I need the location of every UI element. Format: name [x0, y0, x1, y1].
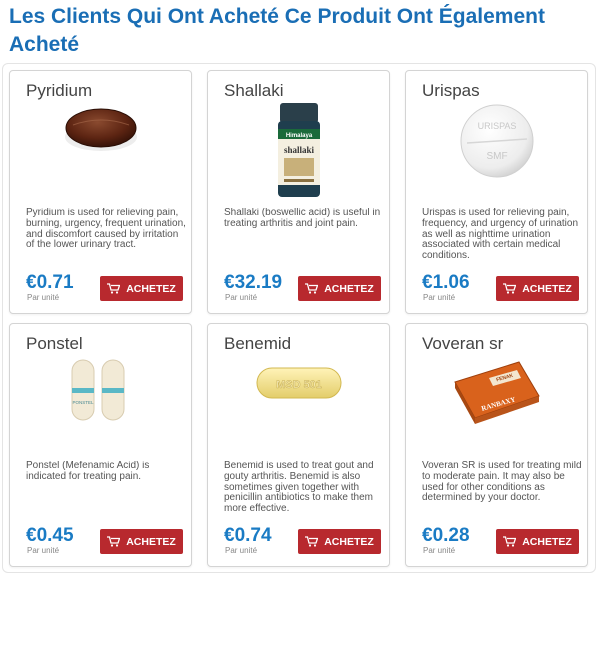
product-price: €1.06 [422, 272, 470, 293]
product-description: Ponstel (Mefenamic Acid) is indicated fo… [26, 461, 150, 482]
product-price: €0.74 [224, 525, 272, 546]
price-unit: Par unité [27, 293, 60, 302]
product-description: Voveran SR is used for treating mild to … [422, 461, 582, 504]
capsule-image: PONSTEL [71, 359, 124, 421]
product-price: €32.19 [224, 272, 283, 293]
bottle-label: shallaki [283, 145, 314, 155]
product-name[interactable]: Benemid [224, 334, 291, 354]
price-unit: Par unité [423, 293, 456, 302]
buy-button[interactable]: ACHETEZ [496, 276, 579, 301]
product-description: Shallaki (boswellic acid) is useful in t… [224, 208, 381, 229]
buy-button-label: ACHETEZ [126, 282, 176, 295]
buy-button-label: ACHETEZ [522, 535, 572, 548]
page-heading: Les Clients Qui Ont Acheté Ce Produit On… [9, 5, 545, 56]
bottle-image: Himalaya shallaki [277, 103, 320, 197]
product-description: Urispas is used for relieving pain, freq… [422, 208, 579, 262]
product-name[interactable]: Urispas [422, 81, 480, 101]
tablet-image: URISPAS SMF [460, 104, 533, 178]
price-unit: Par unité [225, 293, 258, 302]
buy-button-label: ACHETEZ [522, 282, 572, 295]
pill-image [64, 108, 137, 151]
buy-button[interactable]: ACHETEZ [496, 529, 579, 554]
product-description: Benemid is used to treat gout and gouty … [224, 461, 374, 515]
buy-button-label: ACHETEZ [324, 282, 374, 295]
cart-icon [107, 536, 121, 547]
cart-icon [305, 536, 319, 547]
buy-button[interactable]: ACHETEZ [298, 529, 381, 554]
cart-icon [503, 283, 517, 294]
product-image[interactable]: URISPAS SMF [406, 101, 587, 201]
buy-button-label: ACHETEZ [324, 535, 374, 548]
product-image[interactable]: FENAK RANBAXY [406, 354, 587, 454]
product-description: Pyridium is used for relieving pain, bur… [26, 208, 186, 251]
product-name[interactable]: Voveran sr [422, 334, 503, 354]
box-image: FENAK RANBAXY [453, 361, 540, 424]
tablet-imprint-bottom: SMF [486, 151, 507, 162]
product-name[interactable]: Pyridium [26, 81, 92, 101]
buy-button[interactable]: ACHETEZ [100, 276, 183, 301]
product-card-shallaki: Shallaki Himalaya shallaki Shallaki (bos… [207, 70, 390, 314]
price-unit: Par unité [423, 546, 456, 555]
product-name[interactable]: Shallaki [224, 81, 284, 101]
cart-icon [503, 536, 517, 547]
tablet-imprint: MSD 501 [276, 379, 322, 391]
bottle-brand: Himalaya [285, 133, 312, 139]
product-card-urispas: Urispas URISPAS SMF Urispas is used for … [405, 70, 588, 314]
tablet-imprint-top: URISPAS [477, 121, 516, 131]
buy-button[interactable]: ACHETEZ [298, 276, 381, 301]
product-image[interactable] [10, 101, 191, 201]
product-card-benemid: Benemid MSD 501 Benemid is used to treat… [207, 323, 390, 567]
product-card-pyridium: Pyridium Pyridium is used for relieving … [9, 70, 192, 314]
product-name[interactable]: Ponstel [26, 334, 83, 354]
product-grid: Pyridium Pyridium is used for relieving … [2, 63, 596, 573]
product-card-ponstel: Ponstel PONSTEL Ponstel (Mefenamic Acid)… [9, 323, 192, 567]
buy-button-label: ACHETEZ [126, 535, 176, 548]
product-card-voveran-sr: Voveran sr FENAK RANBAXY Voveran SR is u… [405, 323, 588, 567]
product-price: €0.28 [422, 525, 470, 546]
product-price: €0.45 [26, 525, 74, 546]
product-image[interactable]: Himalaya shallaki [208, 101, 389, 201]
price-unit: Par unité [225, 546, 258, 555]
capsule-label: PONSTEL [72, 400, 94, 405]
product-price: €0.71 [26, 272, 74, 293]
tablet-image: MSD 501 [256, 367, 341, 399]
cart-icon [305, 283, 319, 294]
product-image[interactable]: MSD 501 [208, 354, 389, 454]
buy-button[interactable]: ACHETEZ [100, 529, 183, 554]
product-image[interactable]: PONSTEL [10, 354, 191, 454]
price-unit: Par unité [27, 546, 60, 555]
cart-icon [107, 283, 121, 294]
